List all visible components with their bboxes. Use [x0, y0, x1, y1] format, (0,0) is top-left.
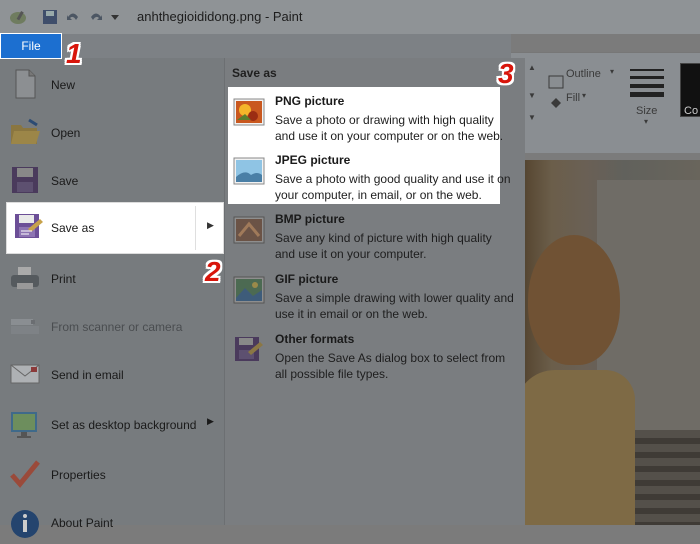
fill-bucket-icon[interactable]: [548, 97, 564, 111]
ribbon-tab-strip: [61, 34, 511, 58]
save-as-bmp-option[interactable]: BMP picture Save any kind of picture wit…: [224, 210, 524, 268]
title-bar: anhthegioididong.png - Paint: [0, 0, 700, 34]
save-as-png-option[interactable]: PNG picture Save a photo or drawing with…: [224, 92, 524, 150]
undo-icon[interactable]: [65, 9, 81, 25]
bmp-picture-icon: [233, 216, 265, 244]
bmp-option-title: BMP picture: [275, 212, 345, 226]
menu-item-print[interactable]: Print: [0, 254, 224, 300]
menu-item-open-label: Open: [51, 126, 81, 140]
outline-button[interactable]: Outline: [566, 68, 601, 80]
scanner-camera-icon: [11, 319, 39, 334]
fill-button[interactable]: Fill: [566, 92, 580, 104]
canvas-image-person: [528, 235, 620, 365]
open-folder-icon: [11, 118, 40, 144]
menu-item-send-email[interactable]: Send in email: [0, 350, 224, 396]
other-formats-option-description: Open the Save As dialog box to select fr…: [275, 351, 506, 381]
outline-shape-icon[interactable]: [548, 75, 564, 89]
menu-item-about-label: About Paint: [51, 516, 114, 530]
menu-item-desktop-background-label: Set as desktop background: [51, 418, 197, 432]
desktop-background-submenu-arrow-icon[interactable]: ▶: [207, 416, 214, 427]
save-as-icon: [15, 214, 43, 238]
png-picture-icon: [233, 98, 265, 126]
printer-icon: [11, 267, 39, 289]
new-document-icon: [15, 69, 36, 99]
shapes-more-icon[interactable]: ▼: [528, 113, 536, 122]
menu-item-new[interactable]: New: [0, 60, 224, 106]
png-option-title: PNG picture: [275, 94, 345, 108]
jpeg-option-title: JPEG picture: [275, 153, 351, 167]
step-badge-1: 1: [66, 38, 82, 69]
save-as-submenu-arrow-icon[interactable]: ▶: [207, 220, 214, 231]
size-button[interactable]: Size: [636, 105, 657, 117]
menu-item-properties-label: Properties: [51, 468, 106, 482]
jpeg-picture-icon: [233, 157, 265, 185]
menu-item-print-label: Print: [51, 272, 76, 286]
save-quick-icon[interactable]: [42, 9, 58, 25]
menu-item-save-label: Save: [51, 174, 79, 188]
step-badge-2: 2: [205, 256, 221, 287]
canvas-image-shirt: [515, 370, 635, 525]
menu-item-save[interactable]: Save: [0, 156, 224, 202]
menu-item-about[interactable]: About Paint: [0, 498, 224, 544]
save-as-other-formats-option[interactable]: Other formats Open the Save As dialog bo…: [224, 330, 524, 388]
gif-option-title: GIF picture: [275, 272, 339, 286]
menu-item-save-as-label: Save as: [51, 221, 95, 235]
properties-checkmark-icon: [10, 460, 40, 488]
shapes-scroll-up-icon[interactable]: ▲: [528, 63, 536, 72]
desktop-background-icon: [11, 412, 37, 438]
save-as-gif-option[interactable]: GIF picture Save a simple drawing with l…: [224, 270, 524, 328]
gif-option-description: Save a simple drawing with lower quality…: [275, 291, 514, 321]
menu-item-new-label: New: [51, 78, 76, 92]
save-as-submenu-title: Save as: [232, 66, 277, 80]
paint-app-icon[interactable]: [8, 9, 28, 25]
menu-item-send-email-label: Send in email: [51, 368, 124, 382]
shapes-scroll-down-icon[interactable]: ▼: [528, 91, 536, 100]
other-formats-option-title: Other formats: [275, 332, 355, 346]
gif-picture-icon: [233, 276, 265, 304]
menu-item-open[interactable]: Open: [0, 108, 224, 154]
step-badge-3: 3: [498, 58, 514, 89]
save-as-jpeg-option[interactable]: JPEG picture Save a photo with good qual…: [224, 151, 524, 209]
jpeg-option-description: Save a photo with good quality and use i…: [275, 172, 511, 202]
outline-dropdown-icon[interactable]: ▾: [610, 67, 614, 76]
bmp-option-description: Save any kind of picture with high quali…: [275, 231, 492, 261]
save-as-divider: [195, 206, 196, 250]
fill-dropdown-icon[interactable]: ▾: [582, 91, 586, 100]
menu-item-desktop-background[interactable]: Set as desktop background ▶: [0, 400, 224, 446]
menu-item-from-scanner[interactable]: From scanner or camera: [0, 302, 224, 348]
customize-toolbar-icon[interactable]: [111, 13, 119, 21]
size-lines-icon[interactable]: [630, 67, 664, 97]
menu-item-save-as[interactable]: Save as ▶: [6, 202, 224, 254]
about-info-icon: [11, 510, 39, 538]
redo-icon[interactable]: [88, 9, 104, 25]
color1-label: Co: [684, 105, 699, 117]
size-dropdown-icon[interactable]: ▾: [644, 117, 648, 126]
menu-item-properties[interactable]: Properties: [0, 450, 224, 496]
file-tab[interactable]: File: [0, 33, 62, 59]
other-formats-icon: [235, 337, 263, 361]
window-title: anhthegioididong.png - Paint: [137, 9, 303, 24]
ribbon-panel: Outline ▾ Fill ▾ Size ▾ Co ▲ ▼ ▼: [510, 52, 700, 153]
png-option-description: Save a photo or drawing with high qualit…: [275, 113, 504, 143]
email-envelope-icon: [10, 364, 40, 384]
menu-item-from-scanner-label: From scanner or camera: [51, 320, 183, 334]
save-disk-icon: [12, 167, 38, 193]
